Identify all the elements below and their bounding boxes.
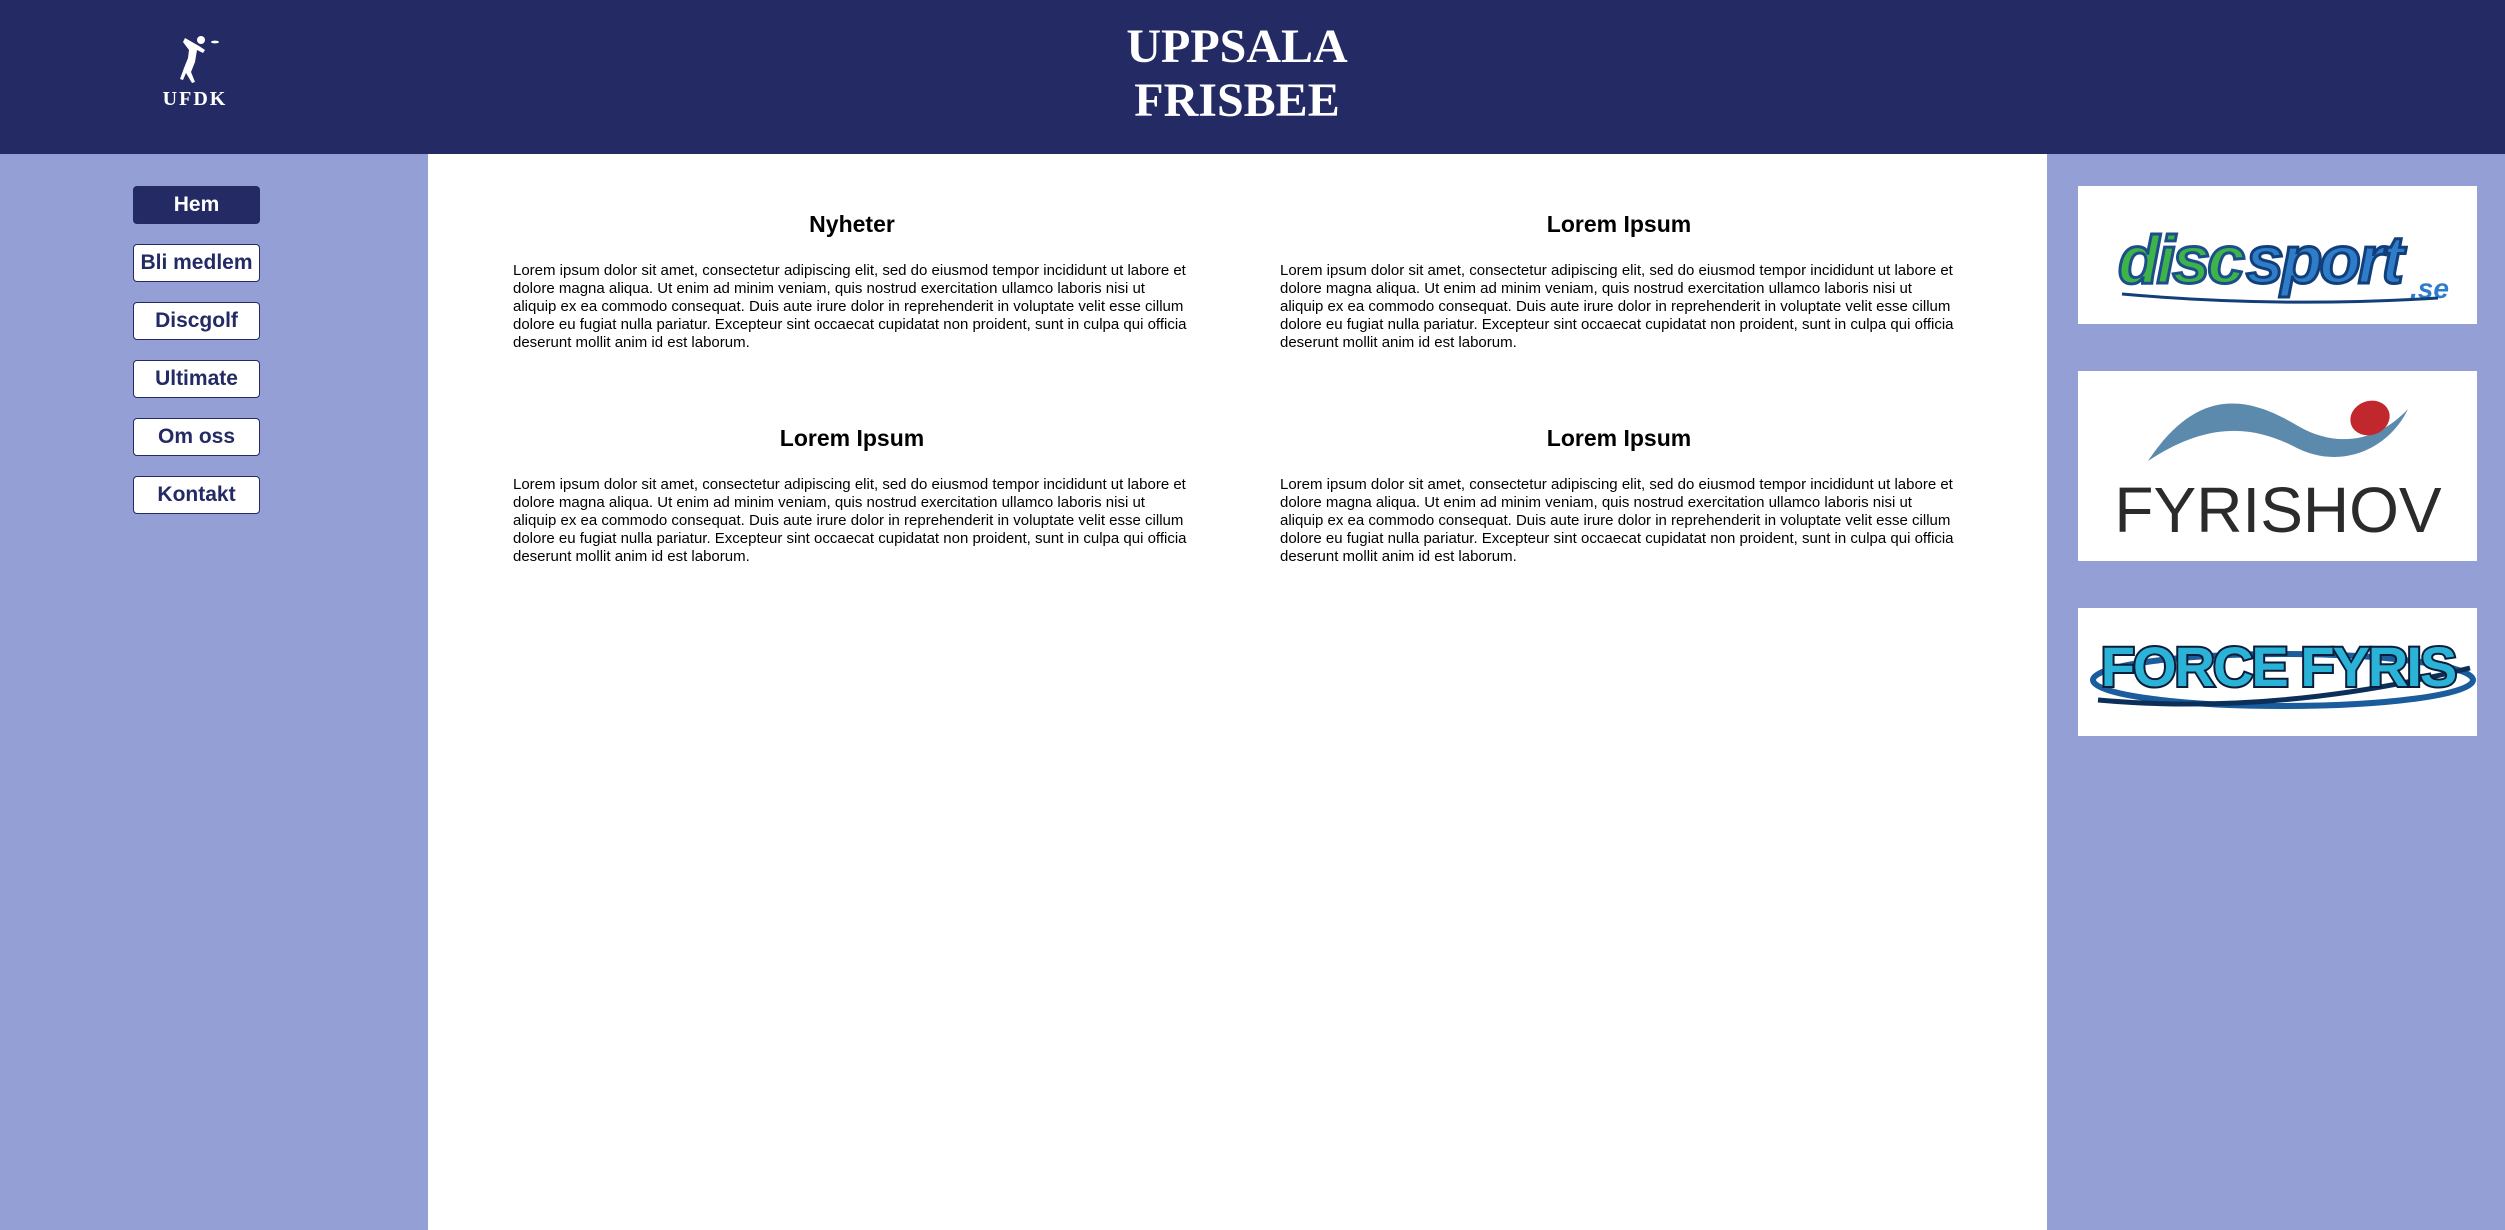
site-title: UPPSALA FRISBEE — [1037, 20, 1437, 128]
logo-text: UFDK — [162, 88, 228, 110]
sponsor-discsport[interactable]: disc sport .se — [2078, 186, 2477, 324]
article-body: Lorem ipsum dolor sit amet, consectetur … — [513, 476, 1187, 565]
discsport-part1: disc — [2118, 222, 2244, 298]
article-body: Lorem ipsum dolor sit amet, consectetur … — [1280, 476, 1954, 565]
nav-button-hem[interactable]: Hem — [133, 186, 260, 224]
site-header: UFDK UPPSALA FRISBEE — [0, 0, 2505, 154]
frisbee-player-icon — [180, 36, 219, 83]
fyrishov-logo: FYRISHOV — [2114, 400, 2442, 546]
main-content: Nyheter Lorem ipsum dolor sit amet, cons… — [428, 154, 2047, 1230]
site-title-line1: UPPSALA — [1126, 20, 1348, 73]
article-title: Lorem Ipsum — [1546, 425, 1692, 451]
nav-button-discgolf[interactable]: Discgolf — [133, 302, 260, 340]
discsport-part2: sport — [2246, 222, 2406, 298]
force-fyris-text: FORCE FYRIS — [2101, 635, 2456, 698]
fyrishov-text: FYRISHOV — [2114, 474, 2441, 546]
left-sidebar: Hem Bli medlem Discgolf Ultimate Om oss … — [0, 154, 428, 1230]
nav-button-kontakt[interactable]: Kontakt — [133, 476, 260, 514]
site-title-line2: FRISBEE — [1134, 74, 1340, 127]
article-title: Nyheter — [809, 211, 895, 237]
article-body: Lorem ipsum dolor sit amet, consectetur … — [1280, 262, 1954, 351]
article-card: Lorem Ipsum Lorem ipsum dolor sit amet, … — [1280, 210, 1958, 352]
discsport-logo: disc sport .se — [2117, 221, 2449, 305]
ufdk-logo[interactable]: UFDK — [155, 32, 235, 114]
nav-button-bli-medlem[interactable]: Bli medlem — [133, 244, 260, 282]
force-fyris-logo: FORCE FYRIS — [2090, 633, 2476, 709]
article-body: Lorem ipsum dolor sit amet, consectetur … — [513, 262, 1187, 351]
article-card: Lorem Ipsum Lorem ipsum dolor sit amet, … — [513, 424, 1191, 566]
article-title: Lorem Ipsum — [779, 425, 925, 451]
nav-button-om-oss[interactable]: Om oss — [133, 418, 260, 456]
article-title: Lorem Ipsum — [1546, 211, 1692, 237]
article-card: Lorem Ipsum Lorem ipsum dolor sit amet, … — [1280, 424, 1958, 566]
sponsor-sidebar: disc sport .se FYRISHOV FORCE FYRIS — [2047, 154, 2505, 1230]
sponsor-fyrishov[interactable]: FYRISHOV — [2078, 371, 2477, 561]
nav-button-ultimate[interactable]: Ultimate — [133, 360, 260, 398]
sponsor-force-fyris[interactable]: FORCE FYRIS — [2078, 608, 2477, 736]
article-news: Nyheter Lorem ipsum dolor sit amet, cons… — [513, 210, 1191, 352]
